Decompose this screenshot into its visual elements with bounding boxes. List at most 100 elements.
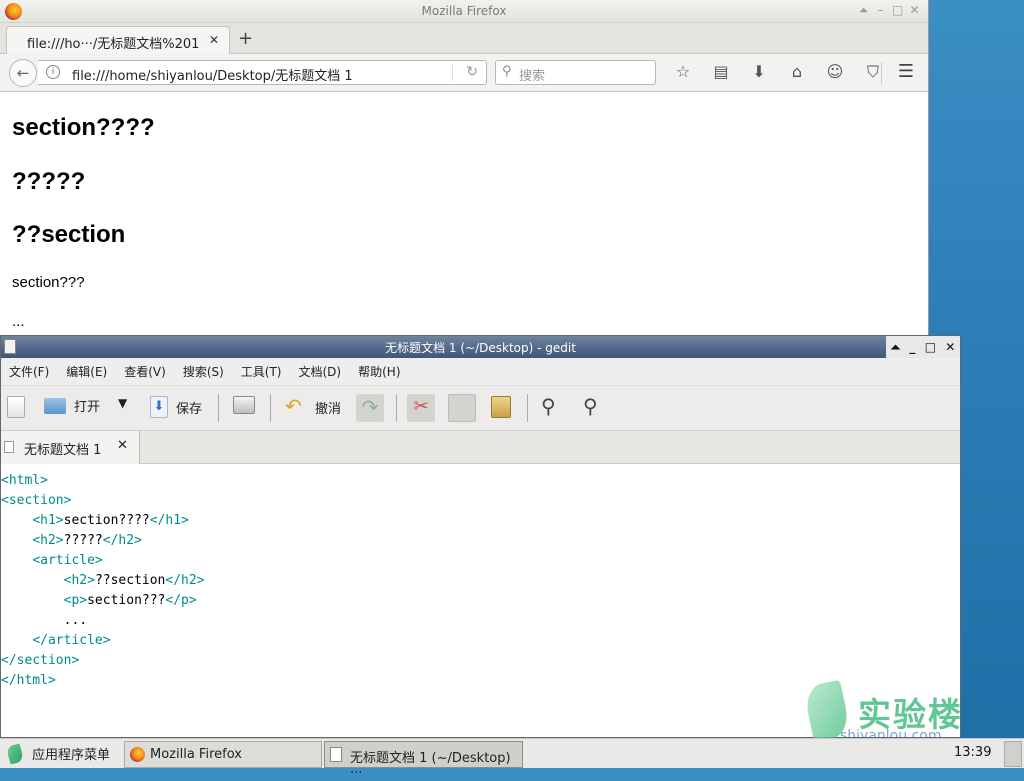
download-icon[interactable]: ⬇ (740, 62, 778, 82)
code-line[interactable]: <h1>section????</h1> (1, 511, 959, 531)
close-icon[interactable]: ✕ (945, 340, 955, 354)
back-button[interactable]: ← (9, 59, 37, 87)
code-open-tag: <h2> (63, 573, 95, 588)
firefox-toolbar-icons: ☆ ▤ ⬇ ⌂ ☺ ⛉ (664, 62, 892, 82)
reading-list-icon[interactable]: ▤ (702, 62, 740, 82)
menu-view[interactable]: 查看(V) (124, 363, 166, 380)
code-text: section???? (63, 513, 150, 528)
open-recent-dropdown[interactable]: ▼ (118, 396, 127, 410)
content-ellipsis: ... (12, 313, 25, 330)
taskbar-item-firefox-label: Mozilla Firefox (150, 747, 242, 762)
code-line[interactable]: ... (1, 611, 959, 631)
bookmark-star-icon[interactable]: ☆ (664, 62, 702, 82)
browser-tab[interactable]: file:///ho···/无标题文档%201 ✕ (6, 26, 230, 55)
toolbar-separator (270, 394, 271, 422)
firefox-window-controls: ⏶ – □ ✕ (858, 3, 920, 18)
menu-edit[interactable]: 编辑(E) (66, 363, 107, 380)
code-line[interactable]: <p>section???</p> (1, 591, 959, 611)
print-button[interactable] (233, 396, 255, 414)
firefox-navbar: ← i file:///home/shiyanlou/Desktop/无标题文档… (0, 54, 928, 92)
toolbar-separator (218, 394, 219, 422)
undo-button[interactable]: ↶ 撤消 (285, 396, 341, 418)
find-replace-icon: ⚲ (583, 394, 598, 418)
redo-button[interactable]: ↷ (356, 394, 384, 422)
chevron-down-icon: ▼ (118, 396, 128, 410)
code-close-tag: </h2> (165, 573, 205, 588)
search-placeholder: 搜索 (519, 69, 546, 84)
code-open-tag: </section> (1, 653, 80, 668)
gedit-app-icon (330, 747, 342, 762)
folder-icon (44, 397, 66, 414)
copy-button[interactable] (448, 394, 476, 422)
menu-tools[interactable]: 工具(T) (241, 363, 282, 380)
code-text: ????? (63, 533, 103, 548)
menu-search[interactable]: 搜索(S) (183, 363, 224, 380)
search-input[interactable]: ⚲ 搜索 (495, 60, 656, 85)
code-line[interactable]: <h2>?????</h2> (1, 531, 959, 551)
new-button[interactable] (7, 396, 25, 418)
shade-icon[interactable]: ⏶ (891, 340, 901, 355)
new-tab-icon[interactable]: + (238, 28, 253, 49)
taskbar-item-gedit-label: 无标题文档 1 (~/Desktop) ··· (350, 751, 511, 781)
document-tab-label: 无标题文档 1 (24, 443, 102, 458)
tab-close-icon[interactable]: ✕ (117, 438, 128, 453)
shiyanlou-logo-icon (5, 742, 25, 765)
code-open-tag: </article> (32, 633, 111, 648)
gedit-window-controls: ⏶ _ □ ✕ (886, 336, 960, 358)
document-icon (4, 441, 14, 453)
menu-documents[interactable]: 文档(D) (299, 363, 342, 380)
url-text[interactable]: file:///home/shiyanlou/Desktop/无标题文档 1 (72, 65, 353, 84)
toolbar-separator (527, 394, 528, 422)
minimize-icon[interactable]: _ (909, 340, 915, 354)
code-view[interactable]: <html> <section> <h1>section????</h1> <h2… (1, 467, 959, 691)
search-icon: ⚲ (502, 64, 512, 79)
pocket-icon[interactable]: ⛉ (854, 62, 892, 82)
menu-help[interactable]: 帮助(H) (358, 363, 400, 380)
save-label: 保存 (176, 401, 203, 417)
redo-icon: ↷ (356, 394, 384, 422)
firefox-titlebar[interactable]: Mozilla Firefox ⏶ – □ ✕ (0, 0, 928, 23)
paste-button[interactable] (491, 396, 511, 418)
gedit-toolbar: 打开 ▼ ⬇ 保存 ↶ 撤消 ↷ ✂ ⚲ ⚲ (1, 386, 960, 431)
firefox-logo-icon (130, 747, 145, 762)
code-line[interactable]: <article> (1, 551, 959, 571)
taskbar-item-firefox[interactable]: Mozilla Firefox (124, 741, 322, 768)
code-line[interactable]: <section> (1, 491, 959, 511)
info-icon[interactable]: i (46, 65, 60, 79)
menu-file[interactable]: 文件(F) (9, 363, 49, 380)
open-button[interactable]: 打开 (44, 396, 100, 415)
maximize-icon[interactable]: □ (892, 3, 903, 18)
scissors-icon: ✂ (407, 394, 435, 422)
applications-menu-button[interactable]: 应用程序菜单 (5, 742, 110, 765)
code-line[interactable]: </section> (1, 651, 959, 671)
minimize-icon[interactable]: – (875, 3, 886, 18)
reload-icon[interactable]: ↻ (466, 64, 478, 80)
save-button[interactable]: ⬇ 保存 (150, 396, 202, 418)
taskbar: 应用程序菜单 Mozilla Firefox 无标题文档 1 (~/Deskto… (0, 738, 1024, 781)
hamburger-menu-icon[interactable]: ☰ (898, 61, 914, 82)
url-bar[interactable]: i file:///home/shiyanlou/Desktop/无标题文档 1… (38, 60, 487, 85)
find-button[interactable]: ⚲ (541, 396, 563, 418)
code-line[interactable]: <html> (1, 471, 959, 491)
code-text: section??? (87, 593, 166, 608)
close-icon[interactable]: ✕ (909, 3, 920, 18)
code-open-tag: <article> (32, 553, 103, 568)
find-replace-button[interactable]: ⚲ (583, 396, 605, 418)
taskbar-item-gedit[interactable]: 无标题文档 1 (~/Desktop) ··· (324, 741, 523, 781)
code-close-tag: </h1> (149, 513, 189, 528)
url-separator (452, 65, 453, 81)
tab-close-icon[interactable]: ✕ (209, 33, 219, 47)
gedit-titlebar[interactable]: 无标题文档 1 (~/Desktop) - gedit ⏶ _ □ ✕ (1, 336, 960, 358)
hello-icon[interactable]: ☺ (816, 62, 854, 82)
code-line[interactable]: <h2>??section</h2> (1, 571, 959, 591)
document-tab[interactable]: 无标题文档 1 ✕ (1, 431, 140, 464)
code-line[interactable]: </article> (1, 631, 959, 651)
cut-button[interactable]: ✂ (407, 394, 435, 422)
maximize-icon[interactable]: □ (925, 340, 936, 354)
shade-icon[interactable]: ⏶ (858, 3, 869, 18)
show-desktop-button[interactable] (1004, 741, 1022, 767)
home-icon[interactable]: ⌂ (778, 62, 816, 82)
